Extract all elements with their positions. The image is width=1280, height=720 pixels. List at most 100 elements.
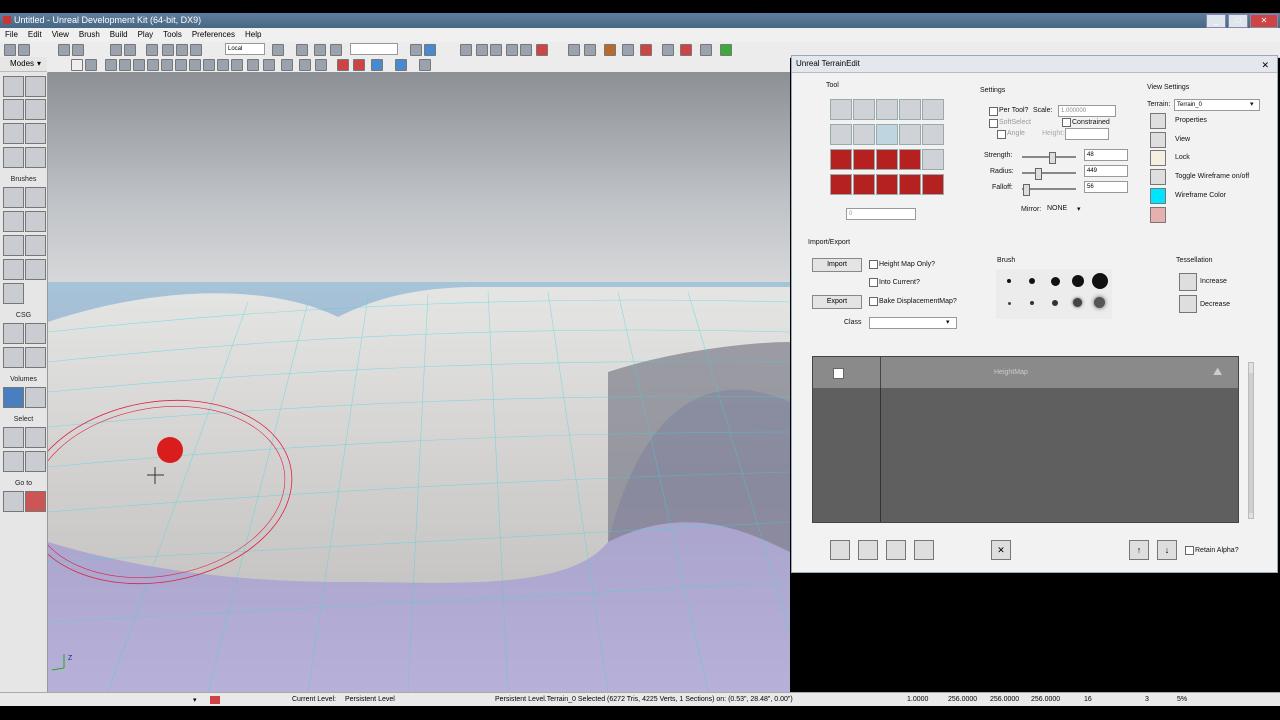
menu-file[interactable]: File — [0, 28, 23, 42]
tool-average-icon[interactable] — [876, 99, 898, 120]
tool-paint-icon[interactable] — [830, 99, 852, 120]
static-mesh-button[interactable] — [25, 123, 46, 144]
maximize-button[interactable]: □ — [1228, 14, 1248, 28]
view-mode-4-icon[interactable] — [147, 59, 159, 71]
mirror-select[interactable]: NONE — [1047, 205, 1067, 212]
realtime-icon[interactable] — [299, 59, 311, 71]
tb-icon-f[interactable] — [622, 44, 634, 56]
into-current-checkbox[interactable] — [869, 278, 878, 287]
spiral-stair-button[interactable] — [3, 259, 24, 280]
scale-icon[interactable] — [190, 44, 202, 56]
radius-slider-knob[interactable] — [1035, 168, 1042, 180]
tool-hill-icon[interactable] — [876, 124, 898, 145]
tool-visibility-icon[interactable] — [853, 149, 875, 170]
falloff-slider-knob[interactable] — [1023, 184, 1030, 196]
terrain-select[interactable]: Terrain_0 — [1174, 99, 1260, 111]
viewport-options-icon[interactable] — [419, 59, 431, 71]
perspective-viewport[interactable]: Z — [48, 72, 790, 692]
brush-soft-1[interactable] — [1008, 302, 1011, 305]
tb-icon-b[interactable] — [424, 44, 436, 56]
select-icon[interactable] — [146, 44, 158, 56]
maximize-view-icon[interactable] — [371, 59, 383, 71]
export-button[interactable]: Export — [812, 295, 862, 309]
new-layer-icon[interactable] — [830, 540, 850, 560]
mirror-dropdown-icon[interactable]: ▾ — [1077, 205, 1081, 213]
menu-help[interactable]: Help — [240, 28, 266, 42]
move-layer-up-icon[interactable]: ↑ — [1129, 540, 1149, 560]
bake-displacement-checkbox[interactable] — [869, 297, 878, 306]
sheet-brush-button[interactable] — [25, 235, 46, 256]
tool-tesselate-icon[interactable] — [853, 124, 875, 145]
constrained-checkbox[interactable] — [1062, 118, 1071, 127]
select-tools-button[interactable] — [25, 451, 46, 472]
view-button[interactable]: View — [1175, 136, 1190, 143]
brush-soft-4[interactable] — [1073, 298, 1082, 307]
height-field[interactable] — [1065, 128, 1109, 140]
view-mode-12-icon[interactable] — [263, 59, 275, 71]
tool-slash-icon[interactable] — [876, 174, 898, 195]
brush-size-5[interactable] — [1092, 273, 1108, 289]
layer-properties-icon[interactable] — [914, 540, 934, 560]
delete-layer-icon[interactable]: ✕ — [991, 540, 1011, 560]
view-mode-7-icon[interactable] — [189, 59, 201, 71]
build-cover-icon[interactable] — [506, 44, 518, 56]
tool-noise-icon[interactable] — [922, 99, 944, 120]
menu-tools[interactable]: Tools — [158, 28, 187, 42]
build-lighting-icon[interactable] — [476, 44, 488, 56]
scale-snap-value[interactable]: 5% — [1177, 696, 1187, 703]
csg-add-button[interactable] — [3, 323, 24, 344]
camera-mode-button[interactable] — [3, 76, 24, 97]
scale-field[interactable]: 1.000000 — [1058, 105, 1116, 117]
view-mode-1-icon[interactable] — [105, 59, 117, 71]
height-map-only-checkbox[interactable] — [869, 260, 878, 269]
class-dropdown-icon[interactable]: ▾ — [946, 318, 950, 326]
layers-scroll-thumb[interactable] — [1249, 373, 1253, 513]
tessellation-decrease-icon[interactable] — [1179, 295, 1197, 313]
lock-view-icon[interactable] — [337, 59, 349, 71]
class-select[interactable] — [869, 317, 957, 329]
view-mode-9-icon[interactable] — [217, 59, 229, 71]
save-all-icon[interactable] — [72, 44, 84, 56]
kismet-icon[interactable] — [296, 44, 308, 56]
brush-size-1[interactable] — [1007, 279, 1011, 283]
game-view-icon[interactable] — [281, 59, 293, 71]
stairs-brush-button[interactable] — [3, 211, 24, 232]
tool-value-field[interactable]: 0 — [846, 208, 916, 220]
select-invert-button[interactable] — [3, 451, 24, 472]
new-deco-layer-icon[interactable] — [858, 540, 878, 560]
layers-scrollbar[interactable] — [1248, 362, 1254, 519]
strength-slider[interactable] — [1022, 152, 1076, 164]
brush-soft-2[interactable] — [1030, 301, 1034, 305]
retain-alpha-checkbox[interactable] — [1185, 546, 1194, 555]
brush-size-4[interactable] — [1072, 275, 1084, 287]
tool-lock-icon[interactable] — [922, 149, 944, 170]
k-icon[interactable] — [314, 44, 326, 56]
redo-icon[interactable] — [124, 44, 136, 56]
save-icon[interactable] — [58, 44, 70, 56]
view-mode-5-icon[interactable] — [161, 59, 173, 71]
volumetric-brush-button[interactable] — [3, 283, 24, 304]
tool-mound-icon[interactable] — [922, 124, 944, 145]
reset-view-icon[interactable] — [1150, 207, 1166, 223]
lock-icon[interactable] — [1150, 150, 1166, 166]
view-mode-2-icon[interactable] — [119, 59, 131, 71]
search-field[interactable] — [350, 43, 398, 55]
radius-slider[interactable] — [1022, 168, 1076, 180]
properties-button[interactable]: Properties — [1175, 117, 1207, 124]
per-tool-checkbox[interactable] — [989, 107, 998, 116]
csg-deintersect-button[interactable] — [25, 347, 46, 368]
build-geometry-icon[interactable] — [460, 44, 472, 56]
volume-shield-button[interactable] — [25, 387, 46, 408]
tool-ramp-icon[interactable] — [899, 124, 921, 145]
build-paths-icon[interactable] — [490, 44, 502, 56]
menu-brush[interactable]: Brush — [74, 28, 105, 42]
tool-texture-pan-icon[interactable] — [876, 149, 898, 170]
view-mode-8-icon[interactable] — [203, 59, 215, 71]
play-icon[interactable] — [720, 44, 732, 56]
foliage-button[interactable] — [3, 147, 24, 168]
tb-icon-i[interactable] — [680, 44, 692, 56]
view-mode-6-icon[interactable] — [175, 59, 187, 71]
mesh-paint-button[interactable] — [3, 123, 24, 144]
brush-size-2[interactable] — [1029, 278, 1035, 284]
status-level-icon[interactable] — [210, 696, 220, 704]
